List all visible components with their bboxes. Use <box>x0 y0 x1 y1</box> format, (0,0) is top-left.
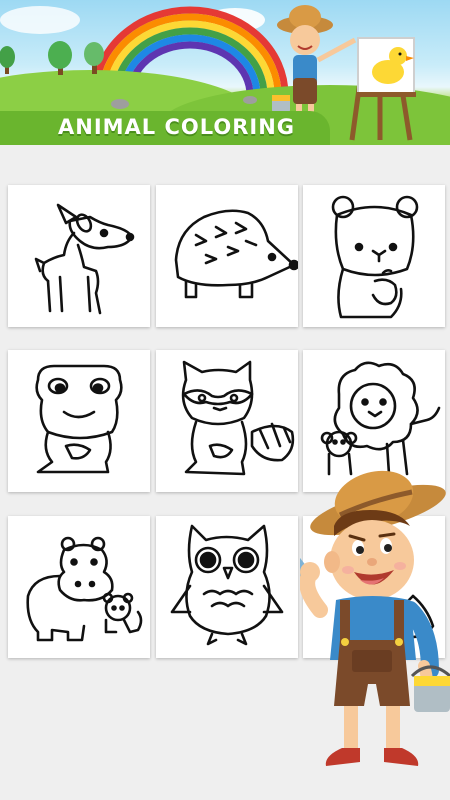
frog-icon <box>35 364 123 474</box>
fawn-icon <box>34 203 135 315</box>
hippo-icon <box>26 536 143 642</box>
animal-card-raccoon[interactable] <box>156 350 298 492</box>
animal-card-frog[interactable] <box>8 350 150 492</box>
bear-icon <box>331 195 419 319</box>
raccoon-icon <box>181 360 295 476</box>
animal-card-bear[interactable] <box>303 185 445 327</box>
hedgehog-icon <box>174 209 300 299</box>
animal-card-hippo[interactable] <box>8 516 150 658</box>
animal-card-hedgehog[interactable] <box>156 185 300 327</box>
painter-boy-mascot <box>300 470 450 766</box>
app-title: ANIMAL COLORING <box>58 115 296 139</box>
animal-card-fawn[interactable] <box>8 185 150 327</box>
animal-card-owl[interactable] <box>156 516 298 658</box>
owl-icon <box>170 524 284 646</box>
header-banner: ANIMAL COLORING <box>0 0 450 145</box>
tree-icon <box>0 41 104 75</box>
